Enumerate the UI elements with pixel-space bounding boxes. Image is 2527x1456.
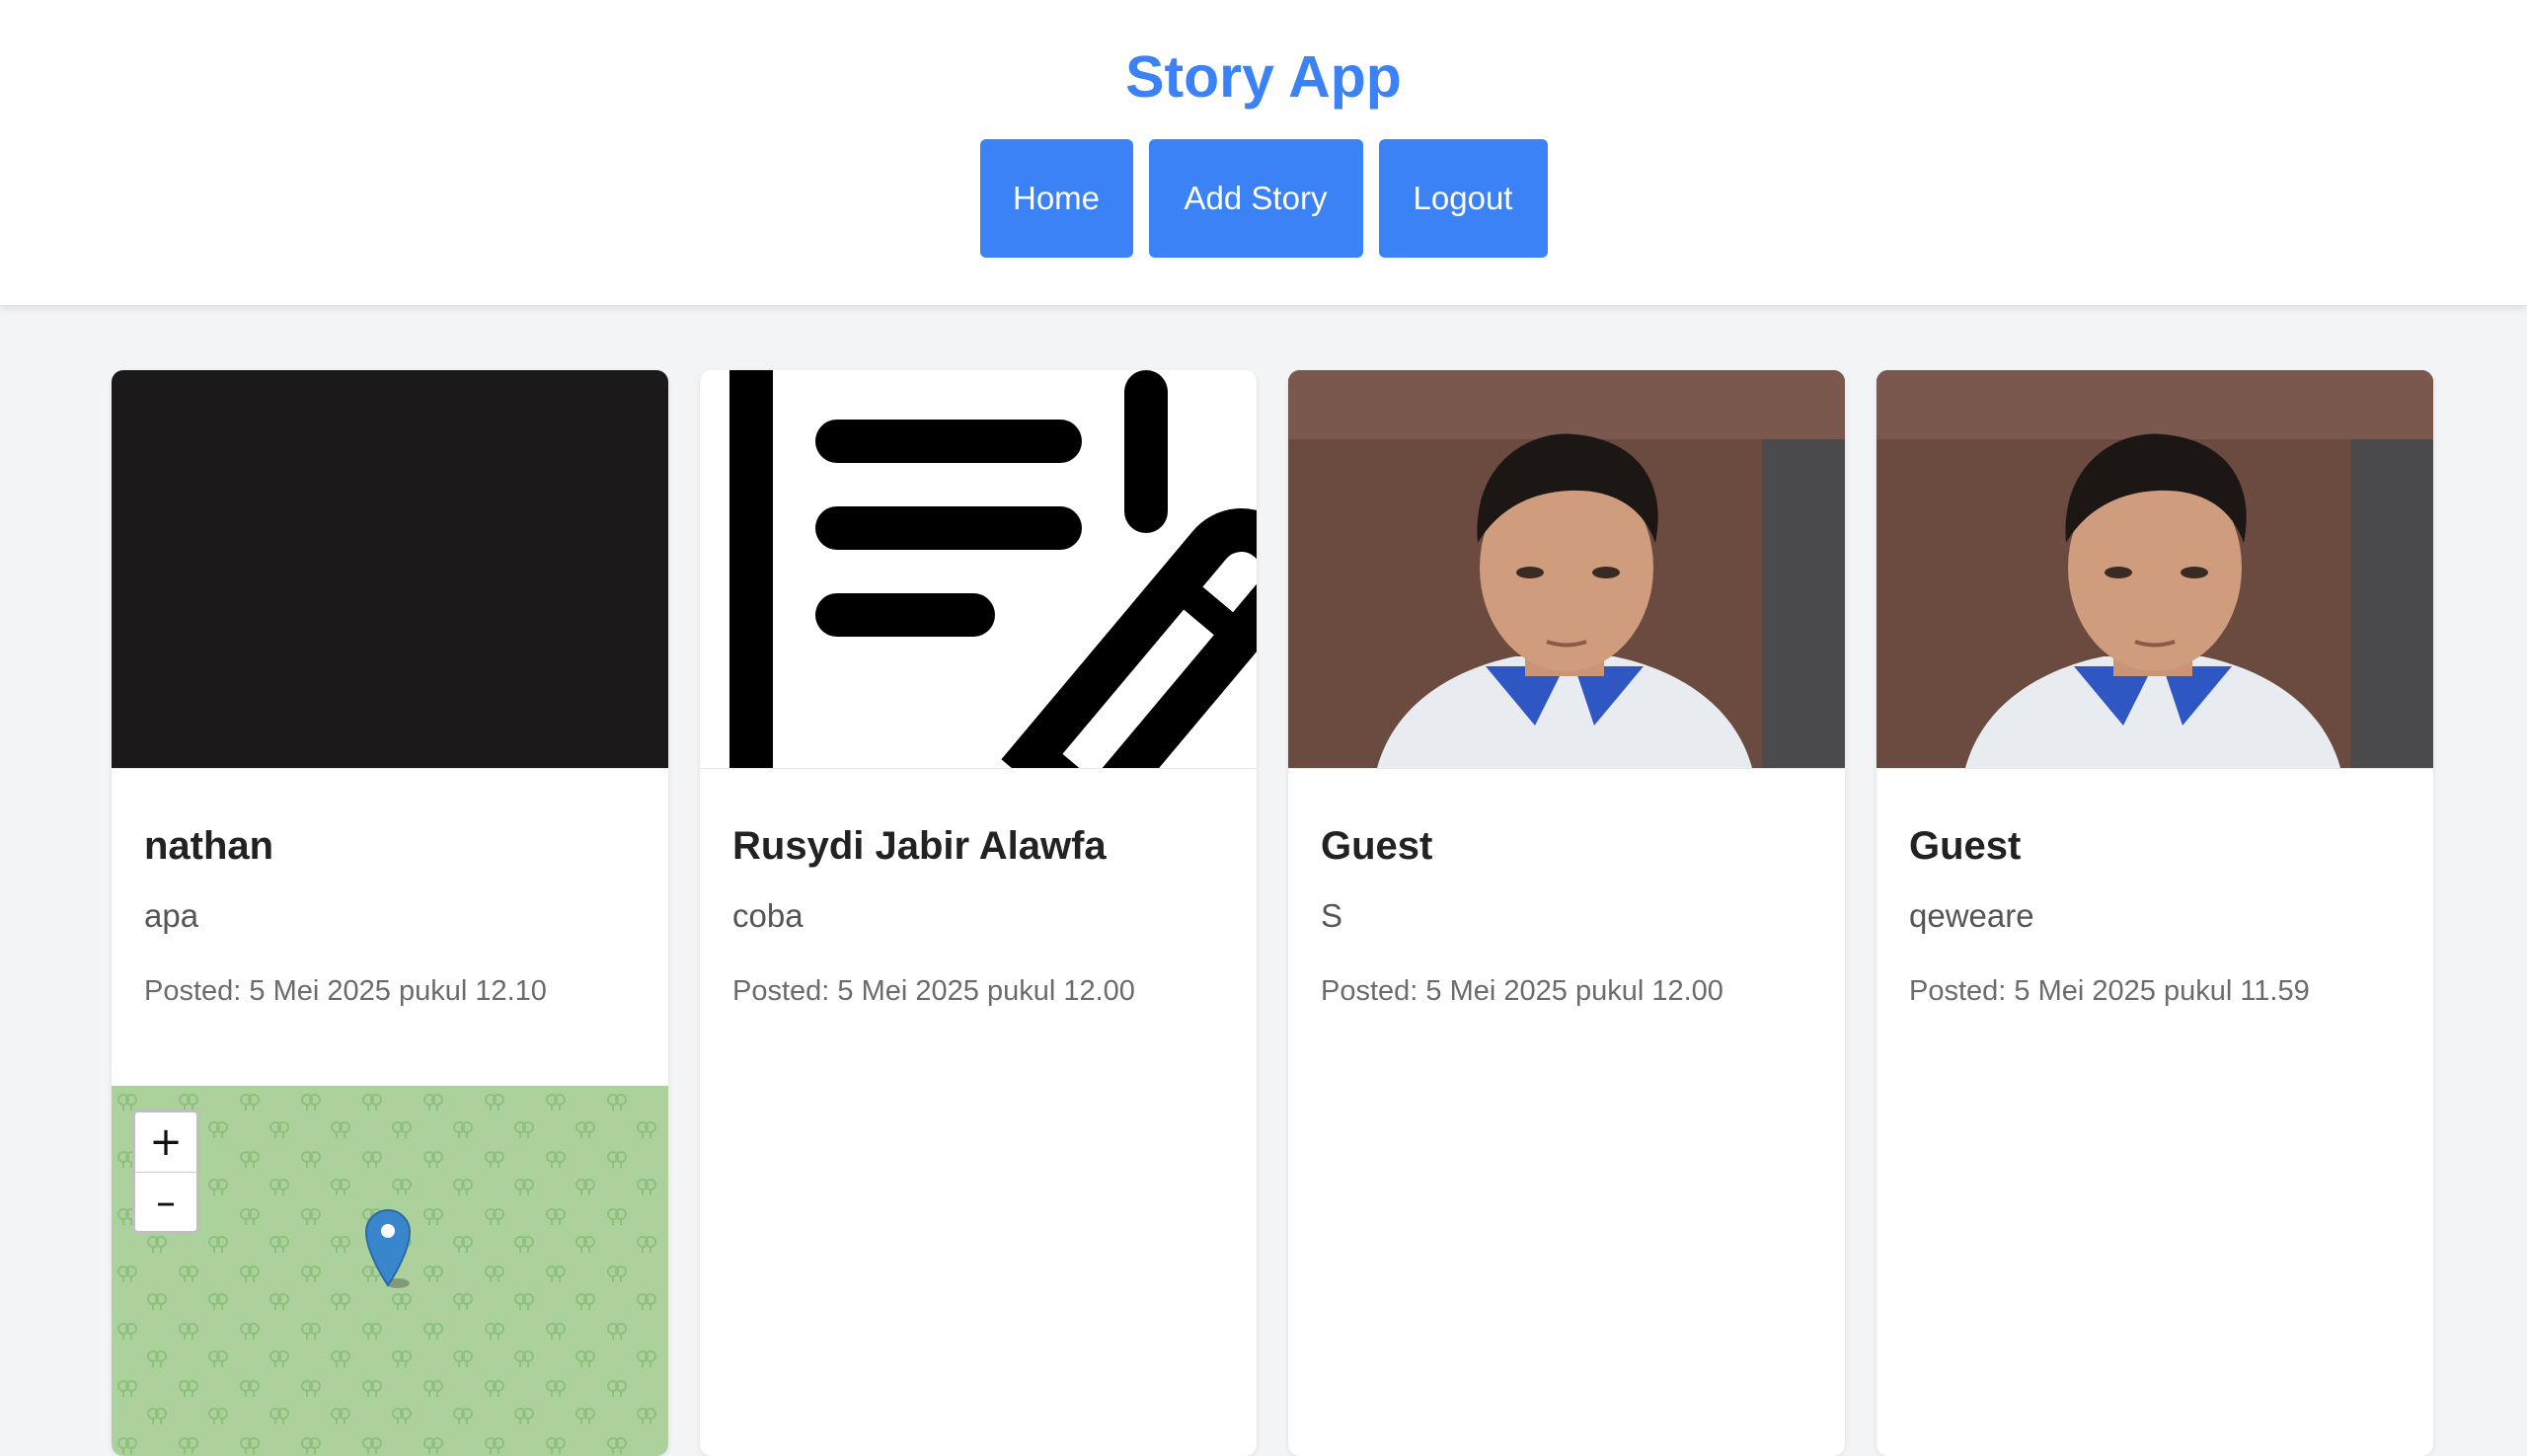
person-photo	[1288, 370, 1845, 768]
story-description: coba	[732, 897, 804, 934]
map-zoom-control: + –	[132, 1110, 199, 1234]
story-location-map[interactable]: + –	[112, 1086, 668, 1456]
story-card[interactable]: Guest qeweare Posted: 5 Mei 2025 pukul 1…	[1876, 370, 2433, 1456]
story-image	[1288, 370, 1845, 769]
document-edit-icon	[729, 370, 1257, 768]
story-description: S	[1321, 897, 1343, 934]
story-description: qeweare	[1909, 897, 2034, 934]
app-title: Story App	[1125, 44, 1402, 110]
story-image	[112, 370, 668, 769]
person-photo	[1876, 370, 2433, 768]
story-list: nathan apa Posted: 5 Mei 2025 pukul 12.1…	[112, 370, 2433, 1456]
story-description: apa	[144, 897, 199, 934]
story-date: Posted: 5 Mei 2025 pukul 12.10	[144, 975, 547, 1007]
map-pin-icon[interactable]	[364, 1206, 423, 1295]
logout-button[interactable]: Logout	[1378, 139, 1548, 258]
app-header: Story App Home Add Story Logout	[0, 0, 2527, 305]
story-image	[700, 370, 1257, 769]
zoom-in-button[interactable]: +	[135, 1112, 196, 1172]
story-author: Guest	[1321, 824, 1433, 868]
story-author: Guest	[1909, 824, 2022, 868]
story-author: Rusydi Jabir Alawfa	[732, 824, 1107, 868]
story-image	[1876, 370, 2433, 769]
story-date: Posted: 5 Mei 2025 pukul 12.00	[1321, 975, 1723, 1007]
story-date: Posted: 5 Mei 2025 pukul 11.59	[1909, 975, 2310, 1007]
add-story-button[interactable]: Add Story	[1148, 139, 1363, 258]
story-author: nathan	[144, 824, 274, 868]
story-date: Posted: 5 Mei 2025 pukul 12.00	[732, 975, 1135, 1007]
story-card[interactable]: nathan apa Posted: 5 Mei 2025 pukul 12.1…	[112, 370, 668, 1456]
home-button[interactable]: Home	[979, 139, 1133, 258]
story-card[interactable]: Guest S Posted: 5 Mei 2025 pukul 12.00	[1288, 370, 1845, 1456]
main-nav: Home Add Story Logout	[0, 139, 2527, 258]
story-card[interactable]: Rusydi Jabir Alawfa coba Posted: 5 Mei 2…	[700, 370, 1257, 1456]
zoom-out-button[interactable]: –	[135, 1172, 196, 1231]
